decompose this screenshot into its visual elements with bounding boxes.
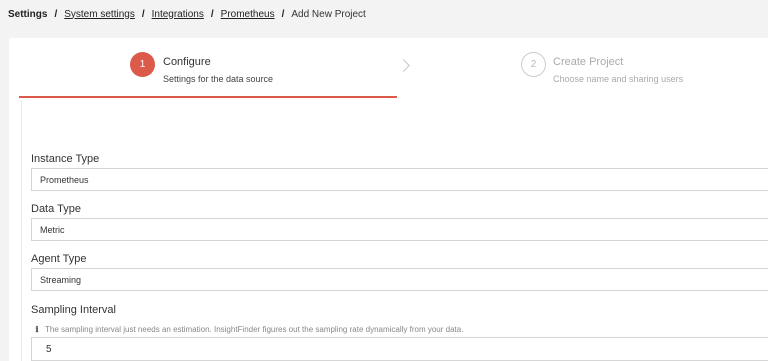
configure-form: Instance Type Prometheus Data Type Metri…	[21, 100, 768, 361]
agent-type-field[interactable]: Streaming	[31, 268, 768, 291]
breadcrumb-separator: /	[210, 8, 214, 20]
chevron-right-icon	[397, 59, 410, 72]
breadcrumb: Settings / System settings / Integration…	[8, 6, 366, 22]
agent-type-label: Agent Type	[31, 253, 87, 265]
instance-type-label: Instance Type	[31, 153, 100, 165]
breadcrumb-current: Add New Project	[291, 8, 366, 20]
data-type-label: Data Type	[31, 203, 81, 215]
breadcrumb-link-system-settings[interactable]: System settings	[64, 9, 135, 20]
step-subtitle: Choose name and sharing users	[553, 74, 684, 84]
sampling-interval-input[interactable]: 5	[31, 337, 768, 361]
data-type-field[interactable]: Metric	[31, 218, 768, 241]
step-create-project[interactable]: 2 Create Project Choose name and sharing…	[509, 38, 768, 98]
breadcrumb-link-integrations[interactable]: Integrations	[152, 9, 204, 20]
main-panel: 1 Configure Settings for the data source…	[9, 38, 768, 361]
breadcrumb-link-prometheus[interactable]: Prometheus	[221, 9, 275, 20]
step-title: Create Project	[553, 56, 624, 68]
step-number-badge: 1	[130, 52, 155, 77]
sampling-interval-label: Sampling Interval	[31, 304, 116, 316]
sampling-interval-hint: ℹ The sampling interval just needs an es…	[33, 324, 463, 334]
breadcrumb-separator: /	[141, 8, 145, 20]
breadcrumb-separator: /	[281, 8, 285, 20]
breadcrumb-separator: /	[54, 8, 58, 20]
instance-type-field[interactable]: Prometheus	[31, 168, 768, 191]
wizard-steps: 1 Configure Settings for the data source…	[9, 38, 768, 98]
step-configure[interactable]: 1 Configure Settings for the data source	[19, 38, 397, 98]
step-title: Configure	[163, 56, 211, 68]
sampling-interval-hint-text: The sampling interval just needs an esti…	[45, 324, 464, 334]
breadcrumb-root: Settings	[8, 8, 48, 20]
step-number-badge: 2	[521, 52, 546, 77]
info-icon: ℹ	[35, 324, 39, 334]
step-subtitle: Settings for the data source	[163, 74, 274, 84]
